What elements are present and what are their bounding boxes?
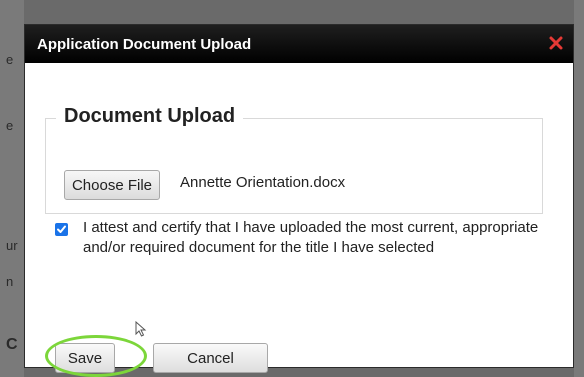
mouse-cursor-icon xyxy=(135,320,147,342)
attest-label: I attest and certify that I have uploade… xyxy=(83,219,539,256)
cancel-button[interactable]: Cancel xyxy=(153,343,268,373)
fieldset-legend: Document Upload xyxy=(56,105,244,128)
dialog-titlebar[interactable]: Application Document Upload xyxy=(25,25,573,63)
upload-dialog: Application Document Upload Document Upl… xyxy=(24,24,574,377)
choose-file-button[interactable]: Choose File xyxy=(64,170,160,200)
checkmark-icon xyxy=(57,225,66,233)
document-upload-fieldset: Document Upload Choose File Annette Orie… xyxy=(45,105,543,214)
background-text-fragment: e xyxy=(6,118,14,133)
dialog-title: Application Document Upload xyxy=(37,36,252,53)
attest-checkbox[interactable] xyxy=(55,223,68,236)
dialog-body: Document Upload Choose File Annette Orie… xyxy=(25,63,573,377)
background-text-fragment: ur xyxy=(6,238,18,253)
selected-file-name: Annette Orientation.docx xyxy=(180,174,346,191)
save-button[interactable]: Save xyxy=(55,343,115,373)
background-text-fragment: C xyxy=(6,336,18,353)
background-strip-right xyxy=(574,0,584,377)
background-text-fragment: n xyxy=(6,274,14,289)
background-text-fragment: e xyxy=(6,52,14,67)
close-icon[interactable] xyxy=(547,34,565,52)
